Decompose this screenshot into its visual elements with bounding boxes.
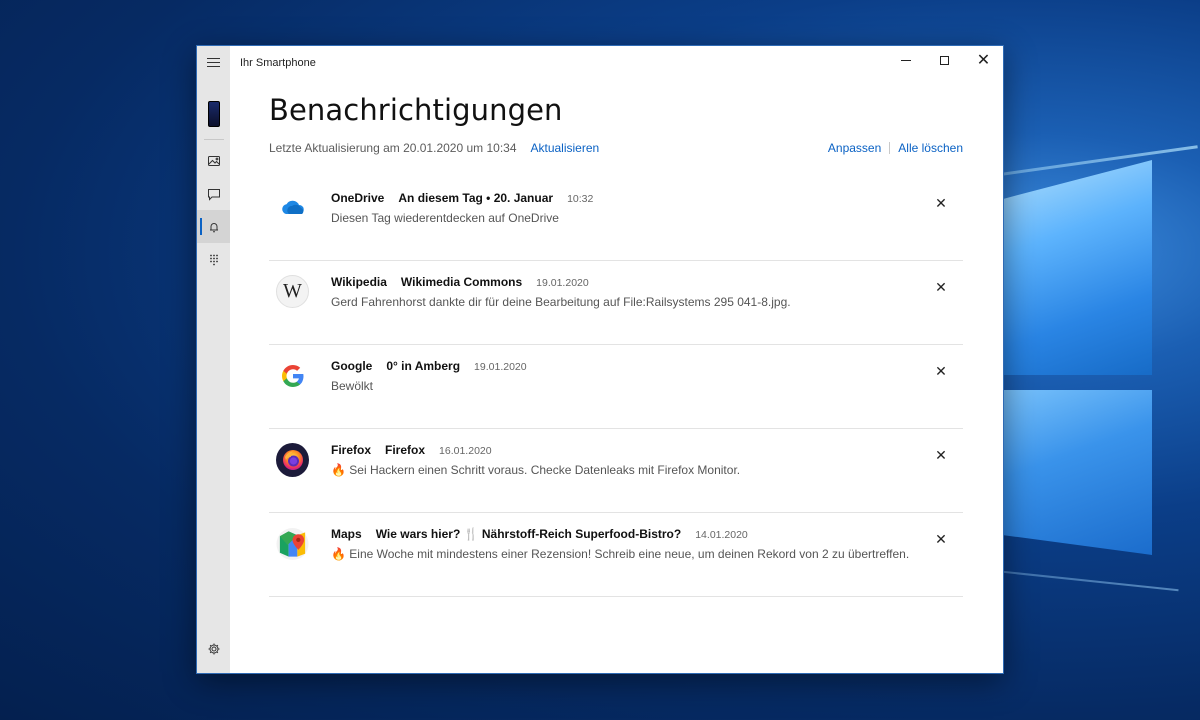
minimize-icon: [900, 59, 911, 61]
close-icon: ✕: [935, 530, 947, 547]
refresh-link[interactable]: Aktualisieren: [531, 141, 600, 155]
notification-list: OneDrive An diesem Tag • 20. Januar 10:3…: [269, 177, 963, 597]
close-icon: ✕: [935, 194, 947, 211]
notification-time: 19.01.2020: [536, 277, 589, 289]
close-icon: ✕: [935, 446, 947, 463]
window-title: Ihr Smartphone: [240, 56, 316, 69]
your-phone-window: Ihr Smartphone ✕ Benachrichtigungen Letz…: [196, 45, 1004, 674]
notification-subject: Wikimedia Commons: [400, 275, 523, 289]
notification-header: Wikipedia Wikimedia Commons 19.01.2020: [331, 275, 589, 289]
window-controls: ✕: [886, 46, 1003, 74]
firefox-icon: [276, 442, 309, 477]
sidebar-item-messages[interactable]: [197, 177, 230, 210]
notification-item[interactable]: OneDrive An diesem Tag • 20. Januar 10:3…: [269, 177, 963, 261]
wikipedia-icon: W: [276, 275, 309, 308]
notification-subject: An diesem Tag • 20. Januar: [398, 191, 554, 205]
notification-time: 14.01.2020: [695, 529, 748, 541]
maximize-icon: [940, 55, 949, 65]
notification-time: 19.01.2020: [474, 361, 527, 373]
bell-icon: [209, 222, 218, 232]
notification-subject: 0° in Amberg: [386, 359, 461, 373]
settings-button[interactable]: [197, 632, 230, 665]
dialpad-icon: [209, 254, 218, 265]
notification-header: Maps Wie wars hier? 🍴 Nährstoff-Reich Su…: [331, 527, 748, 541]
close-icon: ✕: [976, 52, 991, 69]
wallpaper-windows-logo-pane: [1004, 390, 1152, 555]
sidebar-item-calls[interactable]: [197, 243, 230, 276]
message-icon: [207, 188, 220, 201]
notification-header: Firefox Firefox 16.01.2020: [331, 443, 492, 457]
dismiss-notification-button[interactable]: ✕: [933, 363, 949, 379]
notification-item[interactable]: Firefox Firefox 16.01.2020 🔥 Sei Hackern…: [269, 429, 963, 513]
notification-time: 10:32: [567, 193, 594, 205]
notifications-toolbar: Letzte Aktualisierung am 20.01.2020 um 1…: [269, 141, 963, 155]
notifications-pane: Benachrichtigungen Letzte Aktualisierung…: [230, 79, 1003, 673]
notification-app-name: Firefox: [331, 443, 372, 457]
wikipedia-logo: W: [276, 275, 309, 308]
notification-header: OneDrive An diesem Tag • 20. Januar 10:3…: [331, 191, 593, 205]
notification-body: Gerd Fahrenhorst dankte dir für deine Be…: [331, 295, 791, 309]
notification-body: 🔥 Eine Woche mit mindestens einer Rezens…: [331, 547, 910, 561]
wallpaper-windows-logo-pane: [1004, 160, 1152, 375]
dismiss-notification-button[interactable]: ✕: [933, 531, 949, 547]
close-icon: ✕: [935, 278, 947, 295]
hamburger-menu-button[interactable]: [197, 46, 230, 79]
notification-app-name: OneDrive: [331, 191, 385, 205]
notification-subject: Firefox: [385, 443, 426, 457]
dismiss-notification-button[interactable]: ✕: [933, 195, 949, 211]
sidebar-item-photos[interactable]: [197, 144, 230, 177]
notification-body: Bewölkt: [331, 379, 374, 393]
close-icon: ✕: [935, 362, 947, 379]
notification-body: 🔥 Sei Hackern einen Schritt voraus. Chec…: [331, 463, 741, 477]
notification-subject: Wie wars hier? 🍴 Nährstoff-Reich Superfo…: [375, 527, 682, 541]
sidebar-item-notifications[interactable]: [197, 210, 230, 243]
last-update-text: Letzte Aktualisierung am 20.01.2020 um 1…: [269, 141, 517, 155]
dismiss-notification-button[interactable]: ✕: [933, 447, 949, 463]
photos-icon: [207, 155, 220, 166]
google-maps-icon: [276, 527, 309, 560]
hamburger-icon: [207, 62, 220, 63]
close-button[interactable]: ✕: [964, 46, 1003, 74]
title-bar[interactable]: Ihr Smartphone ✕: [197, 46, 1003, 79]
notification-time: 16.01.2020: [439, 445, 492, 457]
notification-app-name: Wikipedia: [331, 275, 387, 289]
gear-icon: [208, 643, 219, 654]
onedrive-icon: [276, 191, 309, 224]
clear-all-link[interactable]: Alle löschen: [898, 141, 963, 155]
header-actions: Anpassen Alle löschen: [828, 141, 963, 155]
notification-app-name: Google: [331, 359, 373, 373]
notification-item[interactable]: Google 0° in Amberg 19.01.2020 Bewölkt ✕: [269, 345, 963, 429]
google-icon: [276, 359, 309, 392]
dismiss-notification-button[interactable]: ✕: [933, 279, 949, 295]
minimize-button[interactable]: [886, 46, 925, 74]
maximize-button[interactable]: [925, 46, 964, 74]
sidebar-divider: [203, 139, 224, 140]
customize-link[interactable]: Anpassen: [828, 141, 881, 155]
notification-item[interactable]: Maps Wie wars hier? 🍴 Nährstoff-Reich Su…: [269, 513, 963, 597]
notification-app-name: Maps: [331, 527, 362, 541]
notification-body: Diesen Tag wiederentdecken auf OneDrive: [331, 211, 559, 225]
page-title: Benachrichtigungen: [269, 93, 563, 127]
phone-thumbnail[interactable]: [207, 101, 220, 127]
link-divider: [889, 142, 891, 154]
sidebar: [197, 79, 230, 673]
notification-header: Google 0° in Amberg 19.01.2020: [331, 359, 527, 373]
notification-item[interactable]: W Wikipedia Wikimedia Commons 19.01.2020…: [269, 261, 963, 345]
